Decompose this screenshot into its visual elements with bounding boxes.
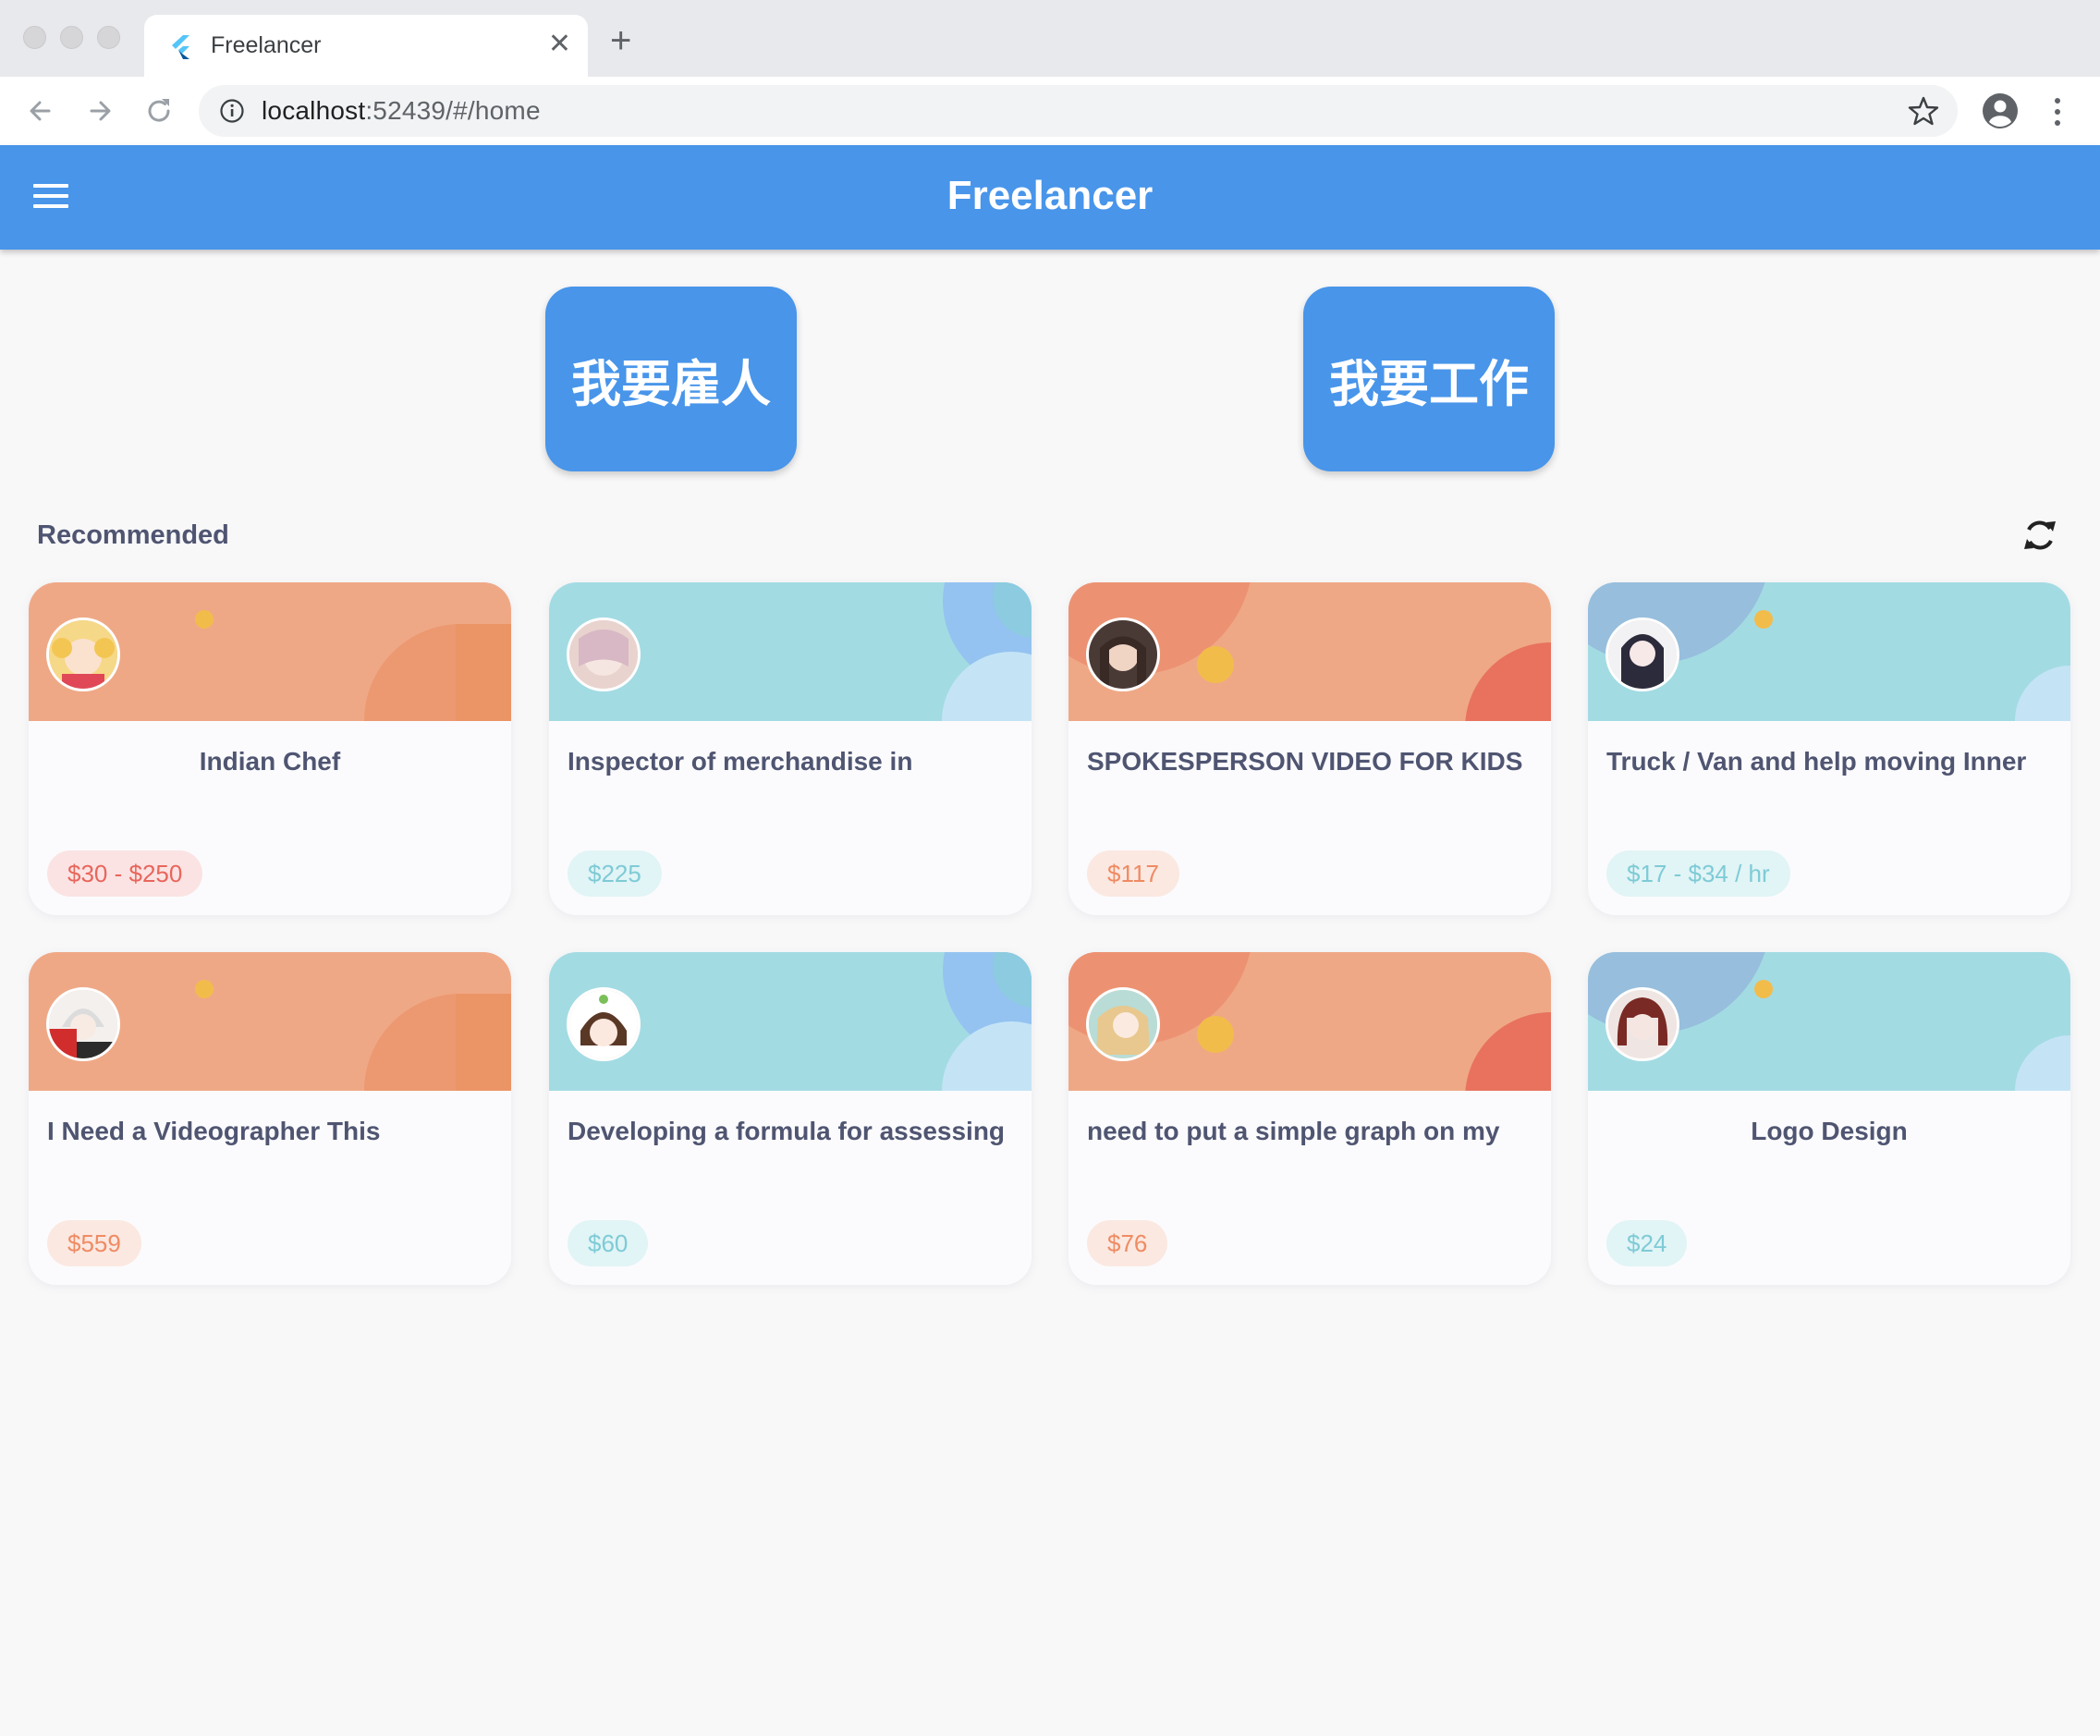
flutter-favicon-icon (172, 35, 189, 59)
job-title: I Need a Videographer This (47, 1117, 381, 1145)
new-tab-button[interactable]: + (610, 22, 631, 59)
client-avatar (1606, 617, 1679, 691)
find-work-button[interactable]: 我要工作 (1303, 287, 1555, 471)
browser-tab[interactable]: Freelancer ✕ (144, 15, 588, 77)
client-avatar (46, 617, 120, 691)
window-minimize-dot[interactable] (60, 26, 83, 49)
price-badge: $17 - $34 / hr (1606, 850, 1790, 897)
job-title: Logo Design (1751, 1117, 1908, 1145)
price-badge: $117 (1087, 850, 1179, 897)
price-badge: $60 (568, 1220, 649, 1266)
job-title: need to put a simple graph on my (1087, 1117, 1500, 1145)
job-card[interactable]: SPOKESPERSON VIDEO FOR KIDS $117 (1068, 582, 1551, 915)
window-maximize-dot[interactable] (97, 26, 120, 49)
forward-arrow-icon[interactable] (82, 93, 117, 128)
app-title: Freelancer (946, 173, 1154, 218)
price-badge: $76 (1087, 1220, 1168, 1266)
recommended-heading: Recommended (37, 520, 229, 550)
client-avatar (46, 987, 120, 1061)
client-avatar (1086, 987, 1160, 1061)
url-path: :52439/#/home (365, 96, 541, 125)
url-text[interactable]: localhost:52439/#/home (262, 96, 541, 126)
job-card[interactable]: I Need a Videographer This $559 (29, 952, 511, 1285)
bookmark-star-icon[interactable] (1908, 95, 1939, 127)
price-badge: $225 (568, 850, 662, 897)
site-info-icon[interactable] (219, 98, 245, 124)
job-title: Indian Chef (199, 747, 341, 776)
browser-tab-strip: Freelancer ✕ + (0, 0, 2100, 77)
address-bar[interactable]: localhost:52439/#/home (199, 85, 1958, 137)
job-card[interactable]: Inspector of merchandise in $225 (549, 582, 1032, 915)
browser-menu-icon[interactable] (2050, 95, 2065, 128)
job-title: SPOKESPERSON VIDEO FOR KIDS (1087, 747, 1523, 776)
url-host: localhost (262, 96, 366, 125)
tab-close-icon[interactable]: ✕ (548, 28, 571, 61)
hire-button[interactable]: 我要雇人 (545, 287, 797, 471)
job-title: Truck / Van and help moving Inner (1606, 747, 2027, 776)
job-card[interactable]: Truck / Van and help moving Inner $17 - … (1588, 582, 2070, 915)
price-badge: $24 (1606, 1220, 1688, 1266)
job-card[interactable]: Logo Design $24 (1588, 952, 2070, 1285)
price-badge: $30 - $250 (47, 850, 203, 897)
refresh-icon[interactable] (2021, 515, 2058, 556)
job-card[interactable]: Developing a formula for assessing $60 (549, 952, 1032, 1285)
job-card[interactable]: need to put a simple graph on my $76 (1068, 952, 1551, 1285)
app-bar: Freelancer (0, 145, 2100, 250)
back-arrow-icon[interactable] (23, 93, 58, 128)
tab-title: Freelancer (211, 32, 322, 58)
client-avatar (567, 617, 641, 691)
reload-icon[interactable] (141, 93, 177, 128)
client-avatar (1086, 617, 1160, 691)
job-card[interactable]: Indian Chef $30 - $250 (29, 582, 511, 915)
window-close-dot[interactable] (23, 26, 46, 49)
client-avatar (1606, 987, 1679, 1061)
client-avatar (567, 987, 641, 1061)
browser-toolbar: localhost:52439/#/home (0, 77, 2100, 146)
job-title: Developing a formula for assessing (568, 1117, 1006, 1145)
price-badge: $559 (47, 1220, 141, 1266)
profile-avatar-icon[interactable] (1982, 92, 2019, 129)
job-title: Inspector of merchandise in (568, 747, 913, 776)
